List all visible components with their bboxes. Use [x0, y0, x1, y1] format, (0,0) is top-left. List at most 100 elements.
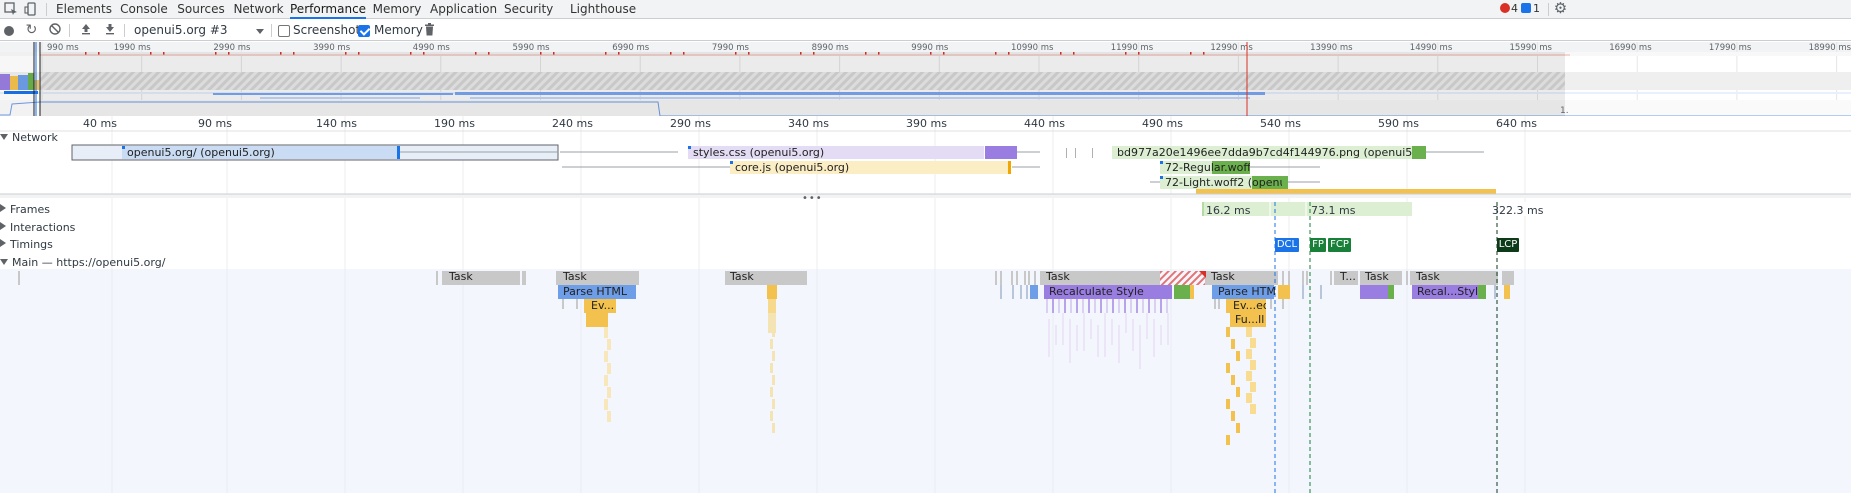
timing-dcl[interactable]: DCL	[1275, 238, 1299, 252]
gear-icon[interactable]: ⚙	[1553, 1, 1568, 16]
track-main[interactable]: Main — https://openui5.org/	[0, 256, 165, 270]
overview-dim-left	[0, 52, 34, 116]
task-bar	[1288, 271, 1290, 285]
track-frames[interactable]: Frames	[0, 203, 50, 217]
evaluate-script-label[interactable]: Ev...ed	[1230, 299, 1266, 313]
record-icon[interactable]	[4, 26, 14, 36]
memory-checkbox[interactable]	[358, 25, 370, 37]
network-request-bar	[397, 146, 400, 159]
script-bar	[1236, 423, 1240, 433]
timing-lcp[interactable]: LCP	[1497, 238, 1519, 252]
recalculate-style-label[interactable]: Recalculate Style	[1046, 285, 1172, 299]
task-label[interactable]: Task	[1208, 270, 1268, 284]
recalculate-style-bar	[1360, 285, 1388, 299]
task-bar	[1034, 271, 1036, 285]
script-bar	[607, 387, 611, 398]
style-sub-bar	[1062, 313, 1064, 345]
task-bar	[1218, 299, 1220, 309]
task-bar	[1011, 271, 1013, 285]
resize-handle[interactable]: •••	[802, 193, 823, 204]
trash-icon[interactable]	[422, 23, 437, 38]
style-sub-bar	[1100, 299, 1102, 313]
style-sub-bar	[1088, 299, 1090, 313]
error-icon[interactable]	[1500, 3, 1510, 13]
frame-duration[interactable]: 322.3 ms	[1492, 204, 1543, 217]
tab-console[interactable]: Console	[118, 0, 170, 19]
network-request-font-light[interactable]: 72-Light.woff2 (openui5....	[1162, 176, 1282, 190]
script-bar	[604, 351, 608, 362]
paint-bar	[1174, 285, 1190, 299]
device-toolbar-icon[interactable]	[23, 2, 38, 17]
tab-memory[interactable]: Memory	[372, 0, 422, 19]
network-request-font-regular[interactable]: 72-Regular.woff2...	[1162, 161, 1250, 175]
tab-elements[interactable]: Elements	[56, 0, 112, 19]
task-label[interactable]: Task	[727, 270, 777, 284]
overview-tick-label: 1990 ms	[114, 43, 152, 53]
style-sub-bar	[1090, 319, 1092, 339]
error-count[interactable]: 4	[1511, 2, 1518, 15]
recalculate-style-label[interactable]: Recal...Style	[1414, 285, 1478, 299]
ruler-tick-label: 440 ms	[1024, 117, 1065, 130]
timing-fp[interactable]: FP	[1310, 238, 1326, 252]
network-request-css[interactable]: styles.css (openui5.org)	[690, 146, 984, 160]
script-bar	[1250, 338, 1256, 348]
inspect-element-icon[interactable]	[3, 2, 18, 17]
task-bar	[576, 299, 578, 309]
script-bar	[1231, 339, 1235, 349]
script-bar	[607, 339, 611, 350]
task-label[interactable]: Task	[1362, 270, 1402, 284]
evaluate-script-label[interactable]: Ev...t	[588, 299, 614, 313]
task-bar	[1508, 271, 1510, 285]
message-icon[interactable]	[1521, 3, 1531, 13]
track-timings[interactable]: Timings	[0, 238, 53, 252]
network-request-js[interactable]: core.js (openui5.org)	[732, 161, 1008, 175]
task-bar	[1494, 271, 1496, 285]
network-request-png[interactable]: bd977a20e1496ee7dda9b7cd4f144976.png (op…	[1114, 146, 1412, 160]
frame-duration[interactable]: 16.2 ms	[1206, 204, 1250, 217]
track-network[interactable]: Network	[0, 131, 58, 145]
style-sub-bar	[1076, 299, 1078, 313]
tab-lighthouse[interactable]: Lighthouse	[570, 0, 636, 19]
task-bar	[1028, 271, 1030, 285]
network-request-html[interactable]: openui5.org/ (openui5.org)	[124, 146, 394, 160]
style-sub-bar	[1052, 299, 1054, 313]
tab-sources[interactable]: Sources	[177, 0, 225, 19]
performance-toolbar: ↻ openui5.org #3 Screenshots Memory	[0, 20, 1851, 41]
download-icon[interactable]	[102, 23, 117, 38]
task-label[interactable]: Task	[446, 270, 520, 284]
function-call-label[interactable]: Fu...ll	[1232, 313, 1264, 327]
task-label[interactable]: Task	[1413, 270, 1473, 284]
upload-icon[interactable]	[78, 23, 93, 38]
screenshots-checkbox[interactable]	[278, 25, 290, 37]
parse-html-label[interactable]: Parse HTML	[1215, 285, 1275, 299]
script-bar	[770, 363, 773, 373]
clear-icon[interactable]	[47, 23, 62, 38]
memory-label[interactable]: Memory	[374, 23, 423, 38]
network-request-bar	[1412, 146, 1426, 159]
chevron-down-icon[interactable]	[256, 29, 264, 34]
profile-select[interactable]: openui5.org #3	[134, 23, 264, 38]
tab-network[interactable]: Network	[232, 0, 285, 19]
script-bar	[1250, 360, 1256, 370]
style-sub-bar	[1070, 299, 1072, 313]
tab-application[interactable]: Application	[430, 0, 497, 19]
task-label[interactable]: Task	[560, 270, 620, 284]
task-label[interactable]: Task	[1043, 270, 1103, 284]
frame-duration[interactable]: 73.1 ms	[1311, 204, 1355, 217]
timing-fcp[interactable]: FCP	[1328, 238, 1351, 252]
task-label[interactable]: T...	[1337, 270, 1359, 284]
overview-tick-label: 2990 ms	[213, 43, 251, 53]
track-interactions[interactable]: Interactions	[0, 221, 75, 235]
script-bar	[772, 399, 775, 409]
style-sub-bar	[1069, 319, 1071, 363]
style-sub-bar	[1142, 299, 1144, 313]
reload-profile-icon[interactable]: ↻	[24, 23, 39, 38]
task-bar	[1024, 271, 1026, 285]
track-frames-label: Frames	[10, 203, 51, 216]
tab-security[interactable]: Security	[504, 0, 553, 19]
script-bar	[1226, 435, 1230, 445]
screenshots-label[interactable]: Screenshots	[293, 23, 366, 38]
tab-performance[interactable]: Performance	[290, 0, 366, 19]
message-count[interactable]: 1	[1533, 2, 1540, 15]
parse-html-label[interactable]: Parse HTML	[560, 285, 636, 299]
